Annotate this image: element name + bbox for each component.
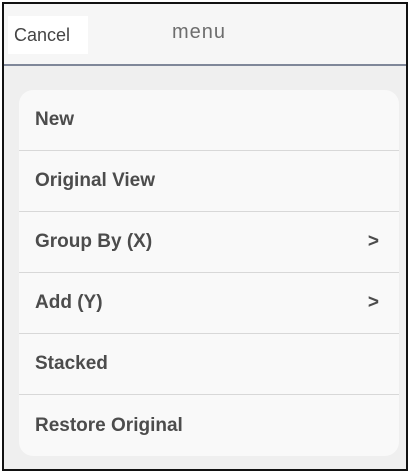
menu-item-new[interactable]: New — [19, 90, 399, 151]
menu-item-original-view[interactable]: Original View — [19, 151, 399, 212]
menu-item-label: Original View — [35, 170, 156, 191]
menu-list: New Original View Group By (X) > Add (Y)… — [19, 90, 399, 456]
menu-item-label: New — [35, 109, 75, 130]
menu-item-label: Restore Original — [35, 414, 183, 436]
menu-item-group-by[interactable]: Group By (X) > — [19, 212, 399, 273]
menu-item-add[interactable]: Add (Y) > — [19, 273, 399, 334]
menu-item-label: Add (Y) — [35, 292, 103, 313]
chevron-right-icon: > — [367, 292, 379, 313]
menu-item-restore-original[interactable]: Restore Original — [19, 395, 399, 456]
page-title: menu — [171, 21, 227, 43]
menu-screen: Cancel menu New Original View Group By (… — [2, 2, 408, 471]
menu-item-label: Group By (X) — [35, 231, 153, 252]
menu-item-stacked[interactable]: Stacked — [19, 334, 399, 395]
chevron-right-icon: > — [367, 231, 379, 252]
navigation-bar: Cancel menu — [4, 4, 406, 66]
menu-item-label: Stacked — [35, 353, 108, 374]
